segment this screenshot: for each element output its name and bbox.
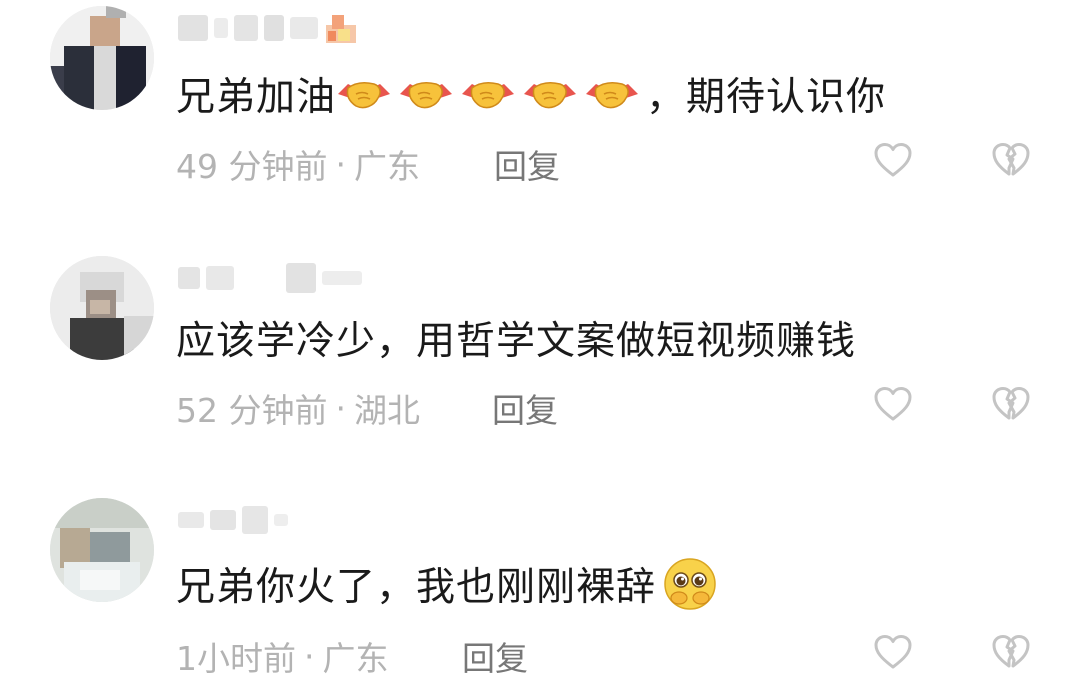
- comment-meta: 1小时前 · 广东: [176, 632, 389, 680]
- like-button[interactable]: [873, 142, 913, 178]
- fire-badge-icon: [324, 11, 358, 45]
- broken-heart-icon: [992, 635, 1030, 668]
- username[interactable]: [178, 8, 358, 48]
- like-button[interactable]: [873, 386, 913, 422]
- location: 广东: [322, 639, 389, 678]
- broken-heart-icon: [992, 143, 1030, 176]
- separator: ·: [304, 636, 315, 676]
- location: 广东: [353, 147, 420, 186]
- emoji-row: [336, 74, 646, 114]
- dislike-button[interactable]: [991, 142, 1031, 178]
- dislike-button[interactable]: [991, 634, 1031, 670]
- username[interactable]: [178, 258, 362, 298]
- location: 湖北: [353, 391, 420, 430]
- pleading-face-emoji: [662, 556, 718, 612]
- username-blurred: [178, 512, 204, 528]
- reply-button[interactable]: 回复: [494, 140, 560, 188]
- separator: ·: [335, 388, 346, 428]
- avatar[interactable]: [50, 6, 154, 110]
- timestamp: 52 分钟前: [176, 391, 328, 430]
- handshake-emoji: [584, 74, 642, 114]
- handshake-emoji: [522, 74, 580, 114]
- dislike-button[interactable]: [991, 386, 1031, 422]
- reply-button[interactable]: 回复: [462, 632, 528, 680]
- broken-heart-icon: [992, 387, 1030, 420]
- comment-text: 兄弟加油 ，期待认识你: [176, 74, 887, 120]
- comment-meta: 49 分钟前 · 广东: [176, 140, 420, 188]
- comment-text: 兄弟你火了，我也刚刚裸辞: [176, 556, 718, 612]
- like-button[interactable]: [873, 634, 913, 670]
- handshake-emoji: [398, 74, 456, 114]
- comment-meta: 52 分钟前 · 湖北: [176, 384, 420, 432]
- username-blurred: [178, 267, 200, 289]
- separator: ·: [335, 144, 346, 184]
- username-blurred: [178, 15, 208, 41]
- avatar[interactable]: [50, 498, 154, 602]
- handshake-emoji: [336, 74, 394, 114]
- handshake-emoji: [460, 74, 518, 114]
- emoji-row: [656, 556, 718, 612]
- heart-outline-icon: [874, 143, 912, 177]
- comment-text: 应该学冷少，用哲学文案做短视频赚钱: [176, 319, 857, 364]
- timestamp: 1小时前: [176, 639, 296, 678]
- reply-button[interactable]: 回复: [492, 384, 558, 432]
- username[interactable]: [178, 500, 288, 540]
- heart-outline-icon: [874, 635, 912, 669]
- timestamp: 49 分钟前: [176, 147, 328, 186]
- heart-outline-icon: [874, 387, 912, 421]
- avatar[interactable]: [50, 256, 154, 360]
